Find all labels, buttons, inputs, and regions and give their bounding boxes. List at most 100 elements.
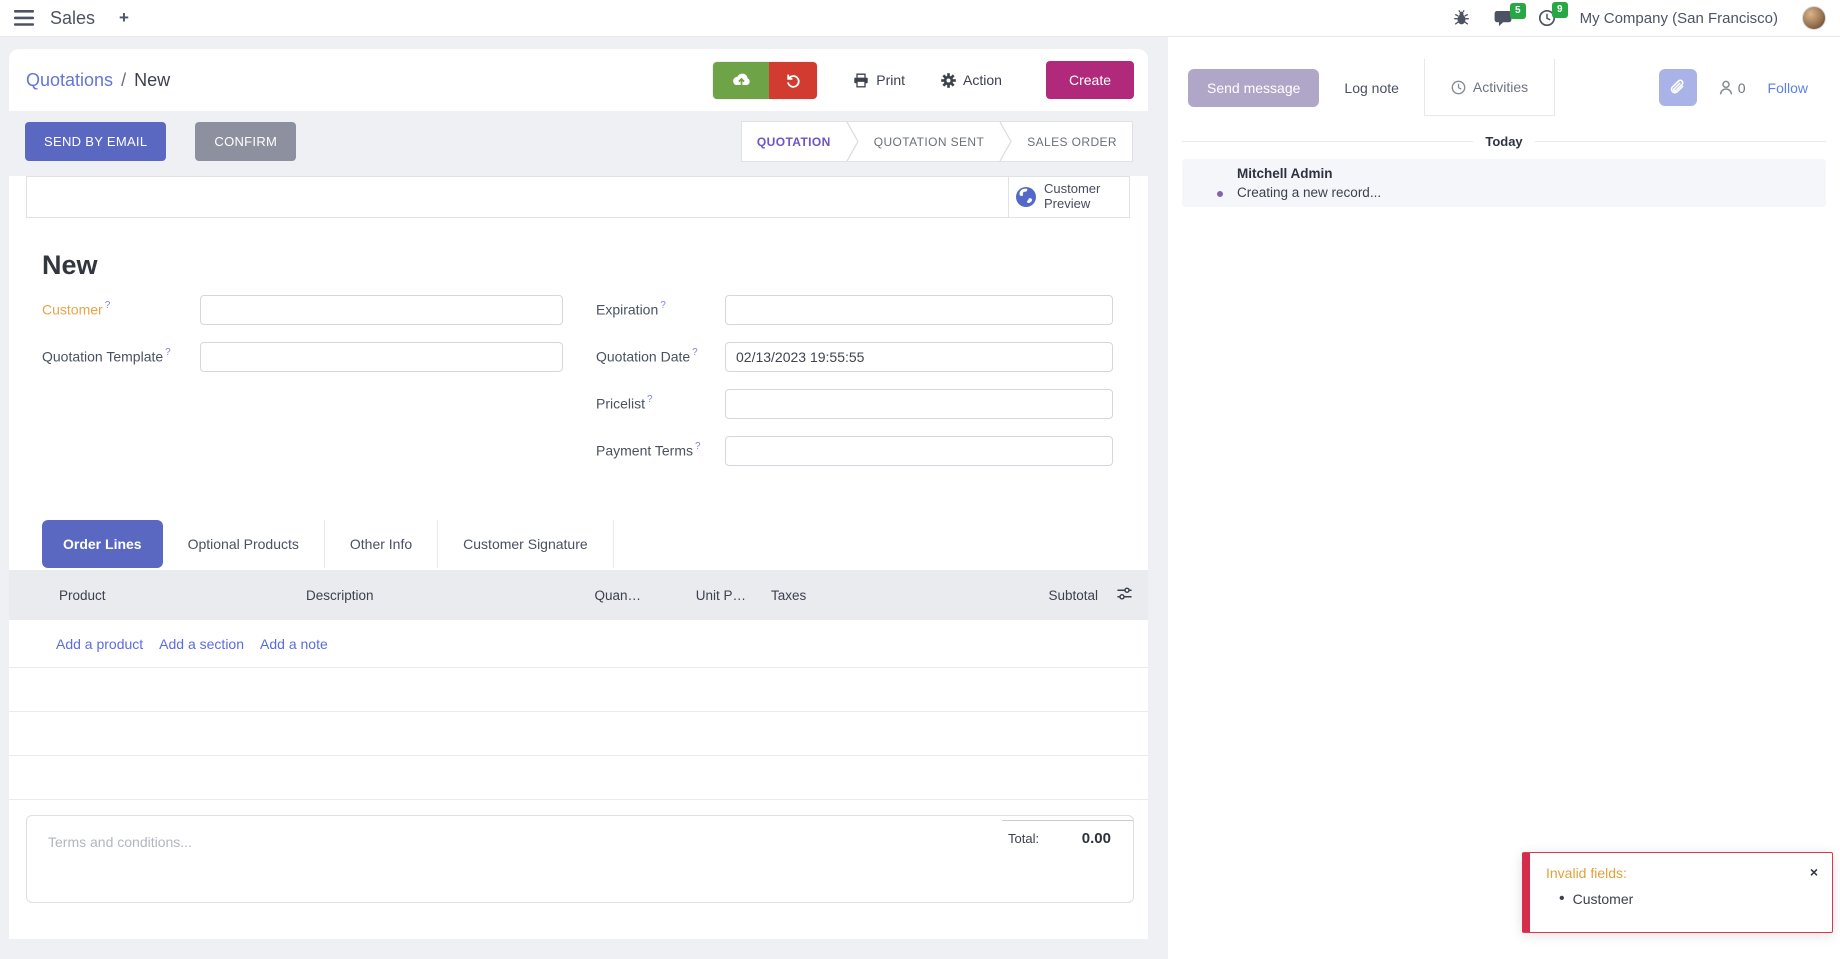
tab-other-info[interactable]: Other Info [325,520,438,568]
attach-files-button[interactable] [1659,69,1697,106]
stage-quotation[interactable]: QUOTATION [742,122,846,161]
paperclip-icon [1670,79,1685,96]
follow-button[interactable]: Follow [1768,80,1808,96]
app-name-menu[interactable]: Sales [50,8,95,29]
quotation-date-input[interactable] [725,342,1113,372]
discard-changes-button[interactable] [769,62,817,99]
field-row-expiration: Expiration? [596,295,1113,325]
empty-table-row [9,712,1148,756]
help-marker: ? [660,300,666,311]
control-panel: Quotations / New [9,49,1148,111]
gear-icon [941,73,956,88]
payment-terms-input[interactable] [725,436,1113,466]
quotation-template-input[interactable] [200,342,563,372]
debug-bug-icon[interactable] [1453,10,1470,26]
customer-preview-label: Customer Preview [1044,182,1123,212]
total-label: Total: [1008,831,1039,846]
create-button[interactable]: Create [1046,61,1134,99]
date-divider: Today [1182,134,1826,149]
toast-close-icon[interactable]: × [1810,865,1818,879]
breadcrumb-quotations-link[interactable]: Quotations [26,70,113,91]
send-by-email-button[interactable]: SEND BY EMAIL [25,122,166,161]
activities-count-badge: 9 [1552,2,1568,18]
help-marker: ? [105,300,111,311]
column-header-product[interactable]: Product [59,588,306,603]
quotation-date-label: Quotation Date [596,349,690,365]
log-note-button[interactable]: Log note [1319,80,1424,96]
confirm-button[interactable]: CONFIRM [195,122,296,161]
field-row-pricelist: Pricelist? [596,389,1113,419]
help-marker: ? [165,347,171,358]
activities-label: Activities [1473,79,1528,95]
empty-table-row [9,668,1148,712]
activities-button[interactable]: Activities [1424,59,1555,116]
stage-arrow-icon [999,122,1012,161]
apps-menu-icon[interactable] [14,10,34,26]
column-header-description[interactable]: Description [306,588,546,603]
expiration-label: Expiration [596,302,658,318]
invalid-field-item: • Customer [1546,891,1818,907]
save-record-button[interactable] [713,62,769,99]
pricelist-label: Pricelist [596,396,645,412]
invalid-field-name: Customer [1573,891,1634,907]
user-avatar[interactable] [1802,6,1826,30]
tab-optional-products[interactable]: Optional Products [163,520,325,568]
document-header-strip: Customer Preview [26,176,1130,218]
online-status-dot [1215,189,1225,199]
customer-label: Customer [42,302,103,318]
new-tab-button[interactable]: + [119,8,129,28]
followers-button[interactable]: 0 [1719,80,1746,96]
form-sheet: Customer Preview New Customer? Quotation… [9,176,1148,939]
pricelist-input[interactable] [725,389,1113,419]
add-a-section-link[interactable]: Add a section [159,636,244,652]
statusbar-pipeline: QUOTATION QUOTATION SENT SALES ORDER [741,121,1133,162]
terms-and-conditions-field[interactable]: Terms and conditions... [48,834,192,850]
help-marker: ? [692,347,698,358]
print-button[interactable]: Print [853,72,905,88]
message-author: Mitchell Admin [1237,166,1381,181]
total-block: Total: 0.00 [1002,820,1133,847]
terms-and-total-section: Terms and conditions... Total: 0.00 [26,815,1134,903]
breadcrumb-separator: / [121,70,126,91]
column-header-quantity[interactable]: Quan… [546,588,641,603]
stage-quotation-sent[interactable]: QUOTATION SENT [859,122,1000,161]
total-value: 0.00 [1082,830,1111,847]
messages-count-badge: 5 [1510,3,1526,19]
help-marker: ? [695,441,701,452]
tab-order-lines[interactable]: Order Lines [42,520,163,568]
payment-terms-label: Payment Terms [596,443,693,459]
action-label: Action [963,72,1002,88]
customer-preview-button[interactable]: Customer Preview [1008,177,1129,217]
status-action-row: SEND BY EMAIL CONFIRM QUOTATION QUOTATIO… [9,111,1148,176]
author-avatar [1192,166,1224,198]
customer-input[interactable] [200,295,563,325]
chatter-toolbar: Send message Log note Activities [1168,59,1840,116]
tab-customer-signature[interactable]: Customer Signature [438,520,614,568]
column-header-taxes[interactable]: Taxes [746,588,896,603]
action-menu-button[interactable]: Action [941,72,1002,88]
field-row-quotation-date: Quotation Date? [596,342,1113,372]
add-a-product-link[interactable]: Add a product [56,636,143,652]
send-message-button[interactable]: Send message [1188,69,1319,107]
activities-menu[interactable]: 9 [1538,9,1556,27]
toast-title: Invalid fields: [1546,865,1627,881]
column-header-unit-price[interactable]: Unit P… [641,588,746,603]
quotation-template-label: Quotation Template [42,349,163,365]
person-icon [1719,80,1733,95]
optional-columns-icon[interactable] [1098,587,1148,603]
date-divider-label: Today [1485,134,1522,149]
order-lines-table-header: Product Description Quan… Unit P… Taxes … [9,570,1148,620]
messages-menu[interactable]: 5 [1494,10,1514,27]
add-a-note-link[interactable]: Add a note [260,636,328,652]
empty-table-row [9,756,1148,800]
invalid-fields-toast: Invalid fields: × • Customer [1522,852,1833,933]
message-text: Creating a new record... [1237,185,1381,200]
field-row-quotation-template: Quotation Template? [42,342,596,372]
field-row-payment-terms: Payment Terms? [596,436,1113,466]
stage-arrow-icon [846,122,859,161]
stage-sales-order[interactable]: SALES ORDER [1012,122,1132,161]
expiration-input[interactable] [725,295,1113,325]
company-switcher[interactable]: My Company (San Francisco) [1580,10,1778,27]
column-header-subtotal[interactable]: Subtotal [896,588,1098,603]
breadcrumb: Quotations / New [26,70,170,91]
